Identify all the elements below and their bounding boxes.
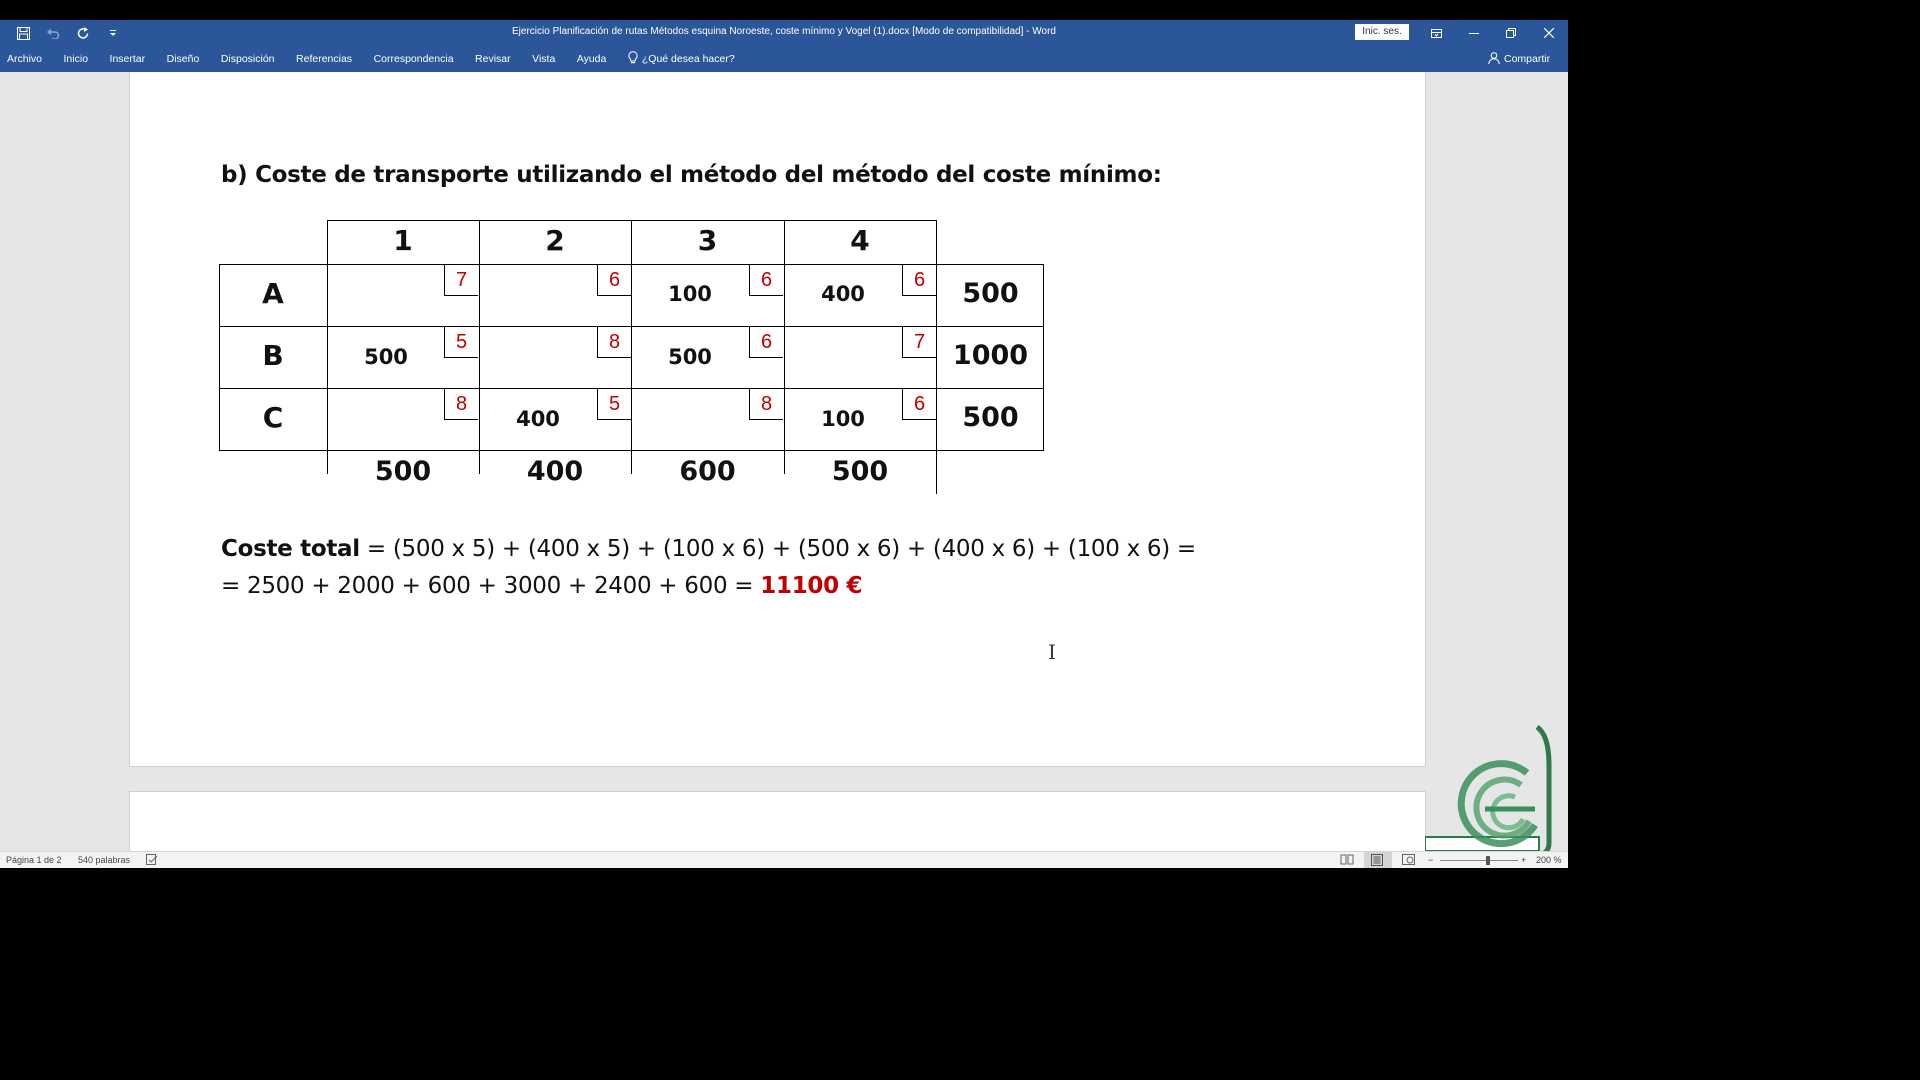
cost-a2: 6 — [597, 265, 631, 296]
text-cursor-icon: I — [1048, 640, 1056, 664]
share-label: Compartir — [1504, 53, 1551, 65]
allocation-c4: 100 — [821, 407, 865, 431]
cost-c1: 8 — [444, 389, 478, 420]
tab-insertar[interactable]: Insertar — [110, 53, 146, 65]
tell-me-search[interactable]: ¿Qué desea hacer? — [628, 51, 735, 67]
title-bar: Ejercicio Planificación de rutas Métodos… — [0, 20, 1568, 46]
supply-b: 1000 — [952, 340, 1029, 371]
tab-inicio[interactable]: Inicio — [64, 53, 89, 65]
demand-3: 600 — [679, 456, 736, 487]
column-header-2: 2 — [545, 224, 565, 257]
supply-c: 500 — [962, 402, 1019, 433]
cost-c2: 5 — [597, 389, 631, 420]
print-layout-icon[interactable] — [1364, 852, 1392, 868]
tab-vista[interactable]: Vista — [532, 53, 555, 65]
tab-archivo[interactable]: Archivo — [7, 53, 42, 65]
zoom-in-icon[interactable]: + — [1521, 855, 1526, 865]
word-window: Ejercicio Planificación de rutas Métodos… — [0, 20, 1568, 868]
cost-c3: 8 — [749, 389, 783, 420]
demand-1: 500 — [374, 456, 432, 487]
supply-a: 500 — [962, 278, 1019, 309]
ribbon-display-options-icon[interactable] — [1418, 20, 1454, 46]
tab-revisar[interactable]: Revisar — [475, 53, 511, 65]
allocation-c2: 400 — [516, 407, 560, 431]
cost-a4: 6 — [902, 265, 936, 296]
web-layout-icon[interactable] — [1402, 854, 1415, 867]
total-cost-value: 11100 € — [760, 573, 863, 599]
sign-in-button[interactable]: Inic. ses. — [1355, 24, 1409, 40]
column-header-3: 3 — [697, 224, 718, 257]
total-cost-label: Coste total — [221, 536, 360, 562]
cost-a3: 6 — [749, 265, 783, 296]
cost-b1: 5 — [444, 327, 478, 358]
zoom-level[interactable]: 200 % — [1536, 855, 1562, 865]
allocation-a3: 100 — [668, 282, 712, 306]
column-header-4: 4 — [850, 224, 870, 257]
document-title: Ejercicio Planificación de rutas Métodos… — [512, 26, 1056, 37]
demand-4: 500 — [831, 456, 889, 487]
allocation-a4: 400 — [821, 282, 865, 306]
formula-sum: = 2500 + 2000 + 600 + 3000 + 2400 + 600 … — [221, 573, 761, 599]
row-label-b: B — [262, 339, 284, 372]
restore-icon[interactable] — [1493, 20, 1529, 46]
formula-terms: = (500 x 5) + (400 x 5) + (100 x 6) + (5… — [359, 536, 1196, 562]
allocation-b3: 500 — [668, 345, 712, 369]
person-icon — [1488, 51, 1500, 67]
tab-diseno[interactable]: Diseño — [167, 53, 200, 65]
cost-b4: 7 — [902, 327, 936, 358]
read-mode-icon[interactable] — [1340, 854, 1354, 867]
tab-disposicion[interactable]: Disposición — [221, 53, 275, 65]
minimize-icon[interactable] — [1456, 20, 1492, 46]
status-bar: Página 1 de 2 540 palabras − + 200 % — [0, 851, 1568, 868]
share-button[interactable]: Compartir — [1488, 46, 1550, 72]
allocation-b1: 500 — [364, 345, 408, 369]
word-count[interactable]: 540 palabras — [78, 855, 130, 865]
demand-2: 400 — [526, 456, 584, 487]
ribbon-tabs: Archivo Inicio Insertar Diseño Disposici… — [7, 46, 735, 72]
cost-a1: 7 — [444, 265, 478, 296]
cost-c4: 6 — [902, 389, 936, 420]
lightbulb-icon — [628, 51, 638, 67]
cost-b2: 8 — [597, 327, 631, 358]
close-icon[interactable] — [1531, 20, 1567, 46]
tab-correspondencia[interactable]: Correspondencia — [374, 53, 454, 65]
zoom-out-icon[interactable]: − — [1428, 855, 1433, 865]
channel-logo — [1424, 724, 1555, 865]
total-cost-formula-line-2: = 2500 + 2000 + 600 + 3000 + 2400 + 600 … — [221, 573, 863, 599]
ribbon-tab-bar: Archivo Inicio Insertar Diseño Disposici… — [0, 46, 1568, 72]
zoom-slider-thumb[interactable] — [1486, 856, 1490, 865]
page-count[interactable]: Página 1 de 2 — [6, 855, 62, 865]
proofing-icon[interactable] — [146, 854, 158, 867]
cost-b3: 6 — [749, 327, 783, 358]
section-heading: b) Coste de transporte utilizando el mét… — [221, 162, 1162, 188]
total-cost-formula-line-1: Coste total = (500 x 5) + (400 x 5) + (1… — [221, 536, 1196, 562]
tab-ayuda[interactable]: Ayuda — [577, 53, 607, 65]
tab-referencias[interactable]: Referencias — [296, 53, 352, 65]
row-label-c: C — [262, 401, 284, 434]
zoom-slider-track[interactable] — [1440, 860, 1518, 861]
tell-me-label: ¿Qué desea hacer? — [641, 53, 735, 65]
row-label-a: A — [262, 277, 284, 310]
column-header-1: 1 — [393, 224, 413, 257]
